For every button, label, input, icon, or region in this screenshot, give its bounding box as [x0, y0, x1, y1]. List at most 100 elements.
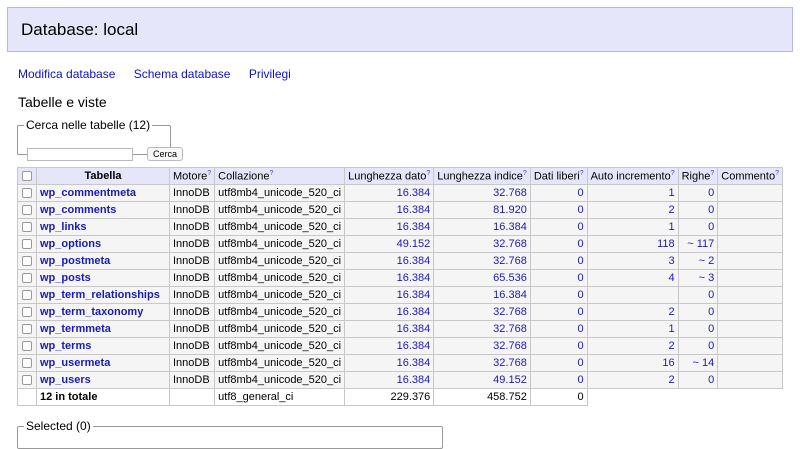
- index-length-link[interactable]: 32.768: [493, 255, 527, 267]
- rows-link[interactable]: 0: [708, 374, 714, 386]
- header-data-length[interactable]: Lunghezza dato?: [344, 167, 435, 185]
- rows-link[interactable]: ~ 117: [687, 238, 714, 250]
- row-checkbox[interactable]: [22, 307, 32, 318]
- table-name-link[interactable]: wp_term_relationships: [40, 289, 160, 301]
- help-icon[interactable]: ?: [671, 170, 675, 177]
- data-free-link[interactable]: 0: [577, 255, 583, 267]
- data-free-link[interactable]: 0: [577, 357, 583, 369]
- index-length-link[interactable]: 32.768: [493, 323, 527, 335]
- help-icon[interactable]: ?: [426, 170, 430, 177]
- search-button[interactable]: Cerca: [147, 147, 184, 161]
- data-length-link[interactable]: 16.384: [397, 323, 431, 335]
- data-length-link[interactable]: 16.384: [397, 272, 431, 284]
- header-auto-increment[interactable]: Auto incremento?: [586, 167, 679, 185]
- data-free-link[interactable]: 0: [577, 238, 583, 250]
- data-length-link[interactable]: 16.384: [397, 357, 431, 369]
- table-name-link[interactable]: wp_terms: [40, 340, 91, 352]
- row-checkbox[interactable]: [22, 273, 32, 284]
- help-icon[interactable]: ?: [775, 170, 779, 177]
- index-length-link[interactable]: 32.768: [493, 187, 527, 199]
- data-length-link[interactable]: 16.384: [397, 221, 431, 233]
- data-free-link[interactable]: 0: [577, 323, 583, 335]
- help-icon[interactable]: ?: [710, 170, 714, 177]
- index-length-link[interactable]: 81.920: [493, 204, 527, 216]
- auto-increment-link[interactable]: 16: [662, 357, 674, 369]
- rows-link[interactable]: 0: [708, 340, 714, 352]
- row-checkbox[interactable]: [22, 205, 32, 216]
- table-name-link[interactable]: wp_comments: [40, 204, 116, 216]
- header-table[interactable]: Tabella: [36, 167, 170, 185]
- table-name-link[interactable]: wp_posts: [40, 272, 91, 284]
- auto-increment-link[interactable]: 1: [668, 221, 674, 233]
- table-name-link[interactable]: wp_termmeta: [40, 323, 111, 335]
- auto-increment-link[interactable]: 1: [668, 187, 674, 199]
- data-length-link[interactable]: 16.384: [397, 374, 431, 386]
- rows-link[interactable]: ~ 3: [699, 272, 715, 284]
- auto-increment-link[interactable]: 2: [668, 340, 674, 352]
- rows-link[interactable]: 0: [708, 323, 714, 335]
- index-length-link[interactable]: 65.536: [493, 272, 527, 284]
- table-name-link[interactable]: wp_links: [40, 221, 86, 233]
- index-length-link[interactable]: 32.768: [493, 357, 527, 369]
- auto-increment-link[interactable]: 118: [657, 238, 675, 250]
- database-schema-link[interactable]: Schema database: [134, 67, 231, 81]
- data-free-link[interactable]: 0: [577, 374, 583, 386]
- select-all-checkbox[interactable]: [22, 171, 32, 182]
- auto-increment-link[interactable]: 3: [668, 255, 674, 267]
- data-length-link[interactable]: 16.384: [397, 204, 431, 216]
- auto-increment-link[interactable]: 4: [668, 272, 674, 284]
- header-index-length[interactable]: Lunghezza indice?: [433, 167, 531, 185]
- row-checkbox[interactable]: [22, 256, 32, 267]
- data-length-link[interactable]: 16.384: [397, 340, 431, 352]
- help-icon[interactable]: ?: [580, 170, 584, 177]
- auto-increment-link[interactable]: 2: [668, 306, 674, 318]
- data-free-link[interactable]: 0: [577, 289, 583, 301]
- rows-link[interactable]: 0: [708, 306, 714, 318]
- index-length-link[interactable]: 32.768: [493, 340, 527, 352]
- data-free-link[interactable]: 0: [577, 187, 583, 199]
- data-free-link[interactable]: 0: [577, 221, 583, 233]
- index-length-link[interactable]: 49.152: [493, 374, 527, 386]
- privileges-link[interactable]: Privilegi: [249, 67, 291, 81]
- auto-increment-link[interactable]: 2: [668, 204, 674, 216]
- row-checkbox[interactable]: [22, 239, 32, 250]
- table-name-link[interactable]: wp_usermeta: [40, 357, 110, 369]
- header-collation[interactable]: Collazione?: [214, 167, 346, 185]
- modify-database-link[interactable]: Modifica database: [18, 67, 115, 81]
- header-comment[interactable]: Commento?: [717, 167, 783, 185]
- data-length-link[interactable]: 16.384: [397, 255, 431, 267]
- header-engine[interactable]: Motore?: [168, 167, 216, 185]
- index-length-link[interactable]: 16.384: [493, 289, 527, 301]
- index-length-link[interactable]: 32.768: [493, 306, 527, 318]
- data-free-link[interactable]: 0: [577, 306, 583, 318]
- auto-increment-link[interactable]: 2: [668, 374, 674, 386]
- data-length-link[interactable]: 49.152: [397, 238, 431, 250]
- index-length-link[interactable]: 16.384: [493, 221, 527, 233]
- header-data-free[interactable]: Dati liberi?: [529, 167, 588, 185]
- row-checkbox[interactable]: [22, 375, 32, 386]
- data-length-link[interactable]: 16.384: [397, 306, 431, 318]
- data-length-link[interactable]: 16.384: [397, 187, 431, 199]
- index-length-link[interactable]: 32.768: [493, 238, 527, 250]
- search-input[interactable]: [27, 148, 133, 161]
- table-name-link[interactable]: wp_postmeta: [40, 255, 110, 267]
- header-rows[interactable]: Righe?: [677, 167, 719, 185]
- row-checkbox[interactable]: [22, 290, 32, 301]
- data-free-link[interactable]: 0: [577, 204, 583, 216]
- row-checkbox[interactable]: [22, 324, 32, 335]
- table-name-link[interactable]: wp_options: [40, 238, 101, 250]
- rows-link[interactable]: 0: [708, 204, 714, 216]
- help-icon[interactable]: ?: [523, 170, 527, 177]
- rows-link[interactable]: ~ 14: [693, 357, 715, 369]
- rows-link[interactable]: 0: [708, 221, 714, 233]
- auto-increment-link[interactable]: 1: [668, 323, 674, 335]
- table-name-link[interactable]: wp_term_taxonomy: [40, 306, 143, 318]
- rows-link[interactable]: 0: [708, 187, 714, 199]
- row-checkbox[interactable]: [22, 358, 32, 369]
- data-free-link[interactable]: 0: [577, 272, 583, 284]
- data-free-link[interactable]: 0: [577, 340, 583, 352]
- table-name-link[interactable]: wp_commentmeta: [40, 187, 136, 199]
- row-checkbox[interactable]: [22, 341, 32, 352]
- rows-link[interactable]: ~ 2: [699, 255, 715, 267]
- row-checkbox[interactable]: [22, 222, 32, 233]
